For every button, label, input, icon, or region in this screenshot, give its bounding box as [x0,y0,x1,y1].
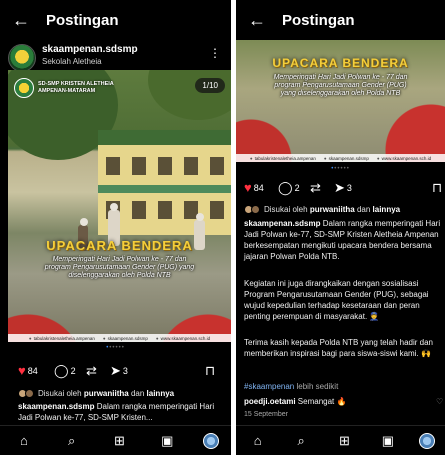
post-photo[interactable]: UPACARA BENDERA Memperingati Hari Jadi P… [236,40,445,162]
liked-by-user[interactable]: purwaniitha [310,205,355,214]
caption-username[interactable]: skaampenan.sdsmp [18,402,94,411]
social-handle: skaampenan.sdsmp [103,336,148,341]
photo-counter: 1/10 [195,78,225,93]
post-actions: ♥ 84 ◯ 2 ⇄ ➤ 3 ⊓ [0,363,231,383]
search-icon[interactable]: ⌕ [60,433,84,449]
show-less-link[interactable]: lebih sedikit [297,382,339,391]
comment-username[interactable]: poedji.oetami [244,397,296,406]
repost-button[interactable]: ⇄ [86,363,97,379]
like-button[interactable]: ♥ 84 [18,363,38,378]
post-username[interactable]: skaampenan.sdsmp [42,44,138,55]
comment-button[interactable]: ◯ 2 [278,180,300,196]
arrow-left-icon[interactable]: ← [248,10,274,31]
heart-icon: ♥ [244,180,252,195]
like-count: 84 [27,365,38,376]
more-vertical-icon[interactable]: ⋮ [209,46,221,60]
comment-button[interactable]: ◯ 2 [54,363,76,379]
overlay-subtitle: Memperingati Hari Jadi Polwan ke - 77 da… [273,74,408,97]
school-badge-text: SD-SMP KRISTEN ALETHEIA AMPENAN-MATARAM [38,81,114,94]
social-handle: skaampenan.sdsmp [324,156,369,161]
social-handle: www.skaampenan.sch.id [156,336,211,341]
liked-by-user[interactable]: purwaniitha [84,389,129,398]
page-title: Postingan [282,11,355,29]
comment-text: Semangat 🔥 [297,397,347,406]
share-count: 3 [122,366,128,376]
repost-icon: ⇄ [86,363,97,378]
share-button[interactable]: ➤ 3 [334,180,352,196]
overlay-subtitle: Memperingati Hari Jadi Polwan ke - 77 da… [44,256,195,279]
overlay-title: UPACARA BENDERA [46,238,193,253]
top-bar: ← Postingan [236,0,445,40]
bookmark-icon[interactable]: ⊓ [205,363,215,379]
hashtag-link[interactable]: #skaampenan [244,382,294,391]
heart-icon: ♥ [18,363,26,378]
post-location[interactable]: Sekolah Aletheia [42,57,102,66]
repost-button[interactable]: ⇄ [310,180,321,196]
reels-icon[interactable]: ▣ [376,433,400,449]
bookmark-icon[interactable]: ⊓ [432,180,442,196]
post-caption[interactable]: skaampenan.sdsmp Dalam rangka memperinga… [244,218,442,262]
comment-icon: ◯ [54,363,69,378]
create-icon[interactable]: ⊞ [332,433,356,449]
share-button[interactable]: ➤ 3 [110,363,128,379]
reels-icon[interactable]: ▣ [155,433,179,449]
send-icon: ➤ [110,363,121,378]
like-button[interactable]: ♥ 84 [244,180,264,195]
liked-by[interactable]: Disukai oleh purwaniitha dan lainnya [244,202,445,216]
social-handle: tabulakristenaletheia.ampenan [250,156,316,161]
repost-icon: ⇄ [310,180,321,195]
post-date: 15 September [244,411,288,418]
home-icon[interactable]: ⌂ [12,433,36,448]
comment-like-icon[interactable]: ♡ [436,396,443,407]
avatar[interactable] [8,44,36,72]
social-strip: tabulakristenaletheia.ampenan skaampenan… [236,154,445,162]
school-logo [14,78,34,98]
social-strip: tabulakristenaletheia.ampenan skaampenan… [8,334,231,342]
top-bar: ← Postingan [0,0,231,40]
caption-paragraph-2: Kegiatan ini juga dirangkaikan dengan so… [244,279,429,321]
carousel-dots: •••••• [106,345,125,351]
share-count: 3 [346,183,352,193]
profile-avatar[interactable] [419,432,436,449]
send-icon: ➤ [334,180,345,195]
overlay-title: UPACARA BENDERA [272,56,409,70]
comment-icon: ◯ [278,180,293,195]
create-icon[interactable]: ⊞ [107,433,131,449]
home-icon[interactable]: ⌂ [246,433,270,448]
social-handle: www.skaampenan.sch.id [377,156,432,161]
comment-count: 2 [70,366,76,376]
social-handle: tabulakristenaletheia.ampenan [29,336,95,341]
bottom-nav: ⌂ ⌕ ⊞ ▣ [0,425,231,455]
caption-paragraph-3: Terima kasih kepada Polda NTB yang telah… [244,338,433,358]
carousel-dots: •••••• [331,166,350,172]
page-title: Postingan [46,11,119,29]
liked-by-others[interactable]: lainnya [373,205,401,214]
left-screen: ← Postingan skaampenan.sdsmp Sekolah Ale… [0,0,231,455]
post-photo[interactable]: SD-SMP KRISTEN ALETHEIA AMPENAN-MATARAM … [8,70,231,342]
photo-overlay: UPACARA BENDERA Memperingati Hari Jadi P… [236,56,445,98]
right-screen: ← Postingan UPACARA BENDERA Memperingati… [236,0,445,455]
profile-avatar[interactable] [203,432,220,449]
like-count: 84 [253,182,264,193]
arrow-left-icon[interactable]: ← [12,10,38,31]
caption-username[interactable]: skaampenan.sdsmp [244,219,320,228]
liked-by[interactable]: Disukai oleh purwaniitha dan lainnya [18,386,231,400]
bottom-nav: ⌂ ⌕ ⊞ ▣ [236,425,445,455]
post-caption[interactable]: skaampenan.sdsmp Dalam rangka memperinga… [18,401,226,423]
comment-preview[interactable]: poedji.oetami Semangat 🔥 [244,396,434,407]
search-icon[interactable]: ⌕ [289,433,313,449]
school-badge: SD-SMP KRISTEN ALETHEIA AMPENAN-MATARAM [14,78,118,98]
post-actions: ♥ 84 ◯ 2 ⇄ ➤ 3 ⊓ [236,180,445,200]
hashtag-line: #skaampenan lebih sedikit [244,381,442,392]
comment-count: 2 [294,183,300,193]
post-header: skaampenan.sdsmp Sekolah Aletheia ⋮ [0,40,231,72]
photo-overlay: UPACARA BENDERA Memperingati Hari Jadi P… [8,238,231,280]
liked-by-others[interactable]: lainnya [147,389,175,398]
